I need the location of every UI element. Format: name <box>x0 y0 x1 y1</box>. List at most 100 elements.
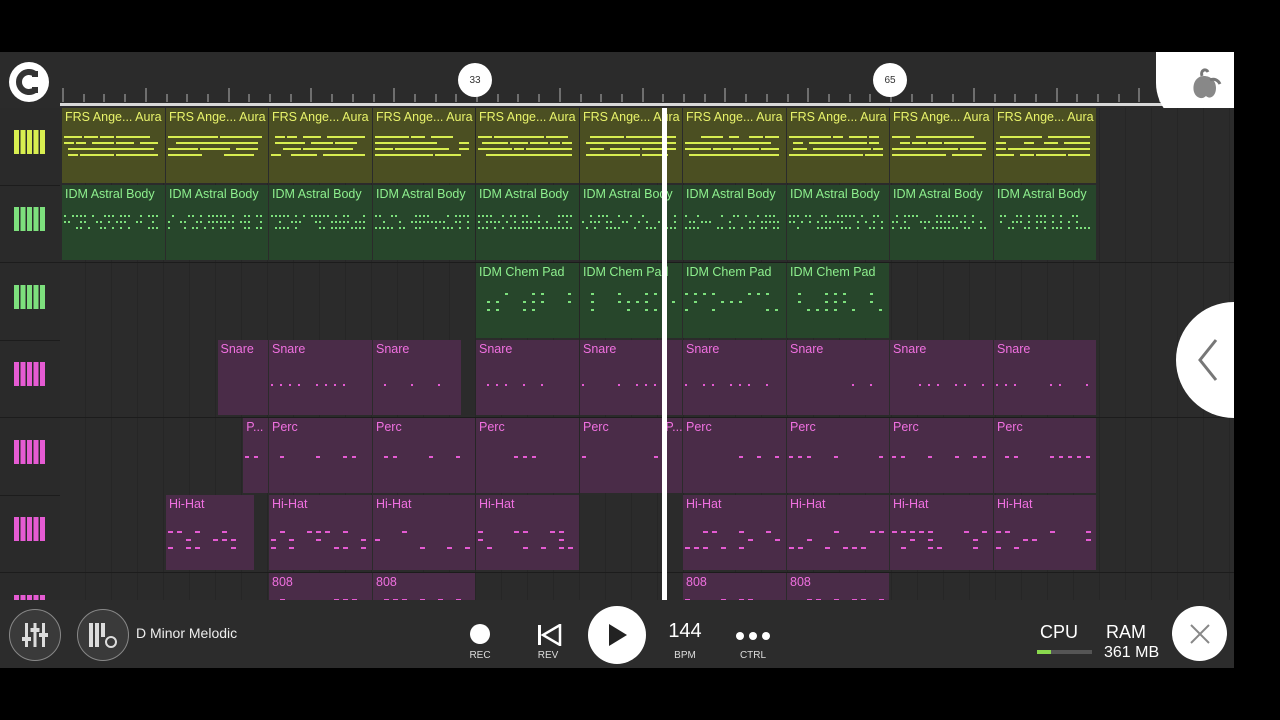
piano-icon[interactable] <box>12 360 52 394</box>
ruler-tick <box>724 88 727 102</box>
bar-marker-33[interactable]: 33 <box>458 63 492 97</box>
pattern-clip[interactable]: Snare <box>476 340 579 415</box>
pattern-clip[interactable]: Hi-Hat <box>787 495 889 570</box>
mixer-button[interactable] <box>9 609 61 661</box>
pattern-clip[interactable]: Perc <box>373 418 475 493</box>
clip-label: 808 <box>376 575 397 589</box>
pattern-clip[interactable]: IDM Astral Body <box>683 185 786 260</box>
track-lane[interactable]: FRS Ange... Aura FRS Ange... Aura FRS Ange… <box>0 108 1234 186</box>
pattern-clip[interactable]: Hi-Hat <box>166 495 254 570</box>
pattern-clip[interactable]: FRS Ange... Aura <box>890 108 993 183</box>
pattern-clip[interactable]: FRS Ange... Aura <box>994 108 1096 183</box>
playhead[interactable] <box>662 108 667 600</box>
close-button[interactable] <box>1172 606 1227 661</box>
pattern-clip[interactable]: IDM Chem Pad <box>683 263 786 338</box>
pattern-clip[interactable]: Hi-Hat <box>683 495 786 570</box>
ruler-tick <box>1014 94 1017 102</box>
pattern-clip[interactable]: IDM Astral Body <box>269 185 372 260</box>
pattern-clip[interactable]: Hi-Hat <box>890 495 993 570</box>
pattern-clip[interactable]: FRS Ange... Aura <box>269 108 372 183</box>
ruler-tick <box>993 94 996 102</box>
pattern-clip[interactable]: FRS Ange... Aura <box>373 108 475 183</box>
pattern-clip[interactable]: IDM Astral Body <box>994 185 1096 260</box>
clip-label: FRS Ange... Aura <box>479 110 576 124</box>
pattern-clip[interactable]: P... <box>243 418 268 493</box>
pattern-clip[interactable]: IDM Astral Body <box>476 185 579 260</box>
pattern-clip[interactable]: Snare <box>787 340 889 415</box>
pattern-clip[interactable]: Perc <box>787 418 889 493</box>
rewind-icon <box>538 622 562 648</box>
piano-icon[interactable] <box>12 515 52 549</box>
record-button[interactable] <box>470 624 490 644</box>
clip-label: IDM Astral Body <box>376 187 466 201</box>
ruler-tick <box>289 94 292 102</box>
pattern-clip[interactable]: IDM Astral Body <box>166 185 268 260</box>
magnet-snap-button[interactable] <box>9 62 49 102</box>
play-button[interactable] <box>588 606 646 664</box>
pattern-clip[interactable]: Snare <box>269 340 372 415</box>
pattern-clip[interactable]: Hi-Hat <box>994 495 1096 570</box>
clip-label: P... <box>246 420 264 434</box>
pattern-clip[interactable]: Perc <box>683 418 786 493</box>
song-name[interactable]: D Minor Melodic <box>136 625 237 641</box>
pattern-clip[interactable]: IDM Astral Body <box>787 185 889 260</box>
ruler-tick <box>165 94 168 102</box>
track-lane[interactable]: Hi-Hat Hi-Hat Hi-Hat Hi-Hat Hi-Hat Hi-Hat Hi-H… <box>0 495 1234 573</box>
clip-notes <box>892 442 991 487</box>
clip-label: FRS Ange... Aura <box>272 110 369 124</box>
bpm-label: BPM <box>674 650 696 661</box>
pattern-clip[interactable]: IDM Astral Body <box>373 185 475 260</box>
pattern-clip[interactable]: FRS Ange... Aura <box>476 108 579 183</box>
piano-icon[interactable] <box>12 283 52 317</box>
clip-notes <box>685 442 784 487</box>
ctrl-button[interactable] <box>735 628 771 646</box>
piano-icon[interactable] <box>12 128 52 162</box>
track-lane[interactable]: P... Perc Perc Perc Perc P... Perc Perc Perc Perc <box>0 418 1234 496</box>
pattern-clip[interactable]: Perc <box>476 418 579 493</box>
ruler-tick <box>1055 88 1058 102</box>
pattern-clip[interactable]: Hi-Hat <box>476 495 579 570</box>
clip-notes <box>375 519 473 564</box>
pattern-clip[interactable]: Hi-Hat <box>373 495 475 570</box>
pattern-clip[interactable]: IDM Chem Pad <box>476 263 579 338</box>
pattern-clip[interactable]: Snare <box>373 340 461 415</box>
ruler-tick <box>952 94 955 102</box>
pattern-clip[interactable]: FRS Ange... Aura <box>62 108 165 183</box>
ruler-tick <box>496 94 499 102</box>
pattern-clip[interactable]: IDM Astral Body <box>890 185 993 260</box>
pattern-clip[interactable]: Snare <box>890 340 993 415</box>
track-lane[interactable]: IDM Astral Body IDM Astral Body IDM Astral… <box>0 185 1234 263</box>
clip-notes <box>478 519 577 564</box>
track-lane[interactable]: IDM Chem Pad IDM Chem Pad IDM Chem Pad IDM … <box>0 263 1234 341</box>
pattern-clip[interactable]: FRS Ange... Aura <box>166 108 268 183</box>
piano-icon[interactable] <box>12 438 52 472</box>
pattern-clip[interactable]: FRS Ange... Aura <box>683 108 786 183</box>
clip-label: Hi-Hat <box>686 497 722 511</box>
channel-rack-button[interactable] <box>77 609 129 661</box>
bar-marker-65[interactable]: 65 <box>873 63 907 97</box>
tempo-value[interactable]: 144 <box>660 620 710 643</box>
pattern-clip[interactable]: Perc <box>269 418 372 493</box>
piano-icon[interactable] <box>12 205 52 239</box>
clip-label: IDM Astral Body <box>272 187 362 201</box>
magnet-icon <box>16 69 38 95</box>
pattern-clip[interactable]: Hi-Hat <box>269 495 372 570</box>
pattern-clip[interactable]: Snare <box>994 340 1096 415</box>
rewind-button[interactable] <box>536 622 562 651</box>
pattern-clip[interactable]: IDM Astral Body <box>62 185 165 260</box>
pattern-clip[interactable]: FRS Ange... Aura <box>787 108 889 183</box>
clip-notes <box>996 364 1094 409</box>
track-lane[interactable]: Snare Snare Snare Snare Snare Snare Snare Snare… <box>0 340 1234 418</box>
clip-notes <box>168 209 266 254</box>
pattern-clip[interactable]: Perc <box>890 418 993 493</box>
pattern-clip[interactable]: Snare <box>217 340 268 415</box>
pattern-clip[interactable]: IDM Chem Pad <box>787 263 889 338</box>
ruler-tick <box>703 94 706 102</box>
clip-notes <box>375 132 473 177</box>
pattern-clip[interactable]: Snare <box>683 340 786 415</box>
clip-label: FRS Ange... Aura <box>997 110 1094 124</box>
ruler-tick <box>310 88 313 102</box>
timeline-ruler[interactable]: 33 65 <box>0 52 1234 108</box>
clip-label: Snare <box>583 342 617 356</box>
pattern-clip[interactable]: Perc <box>994 418 1096 493</box>
